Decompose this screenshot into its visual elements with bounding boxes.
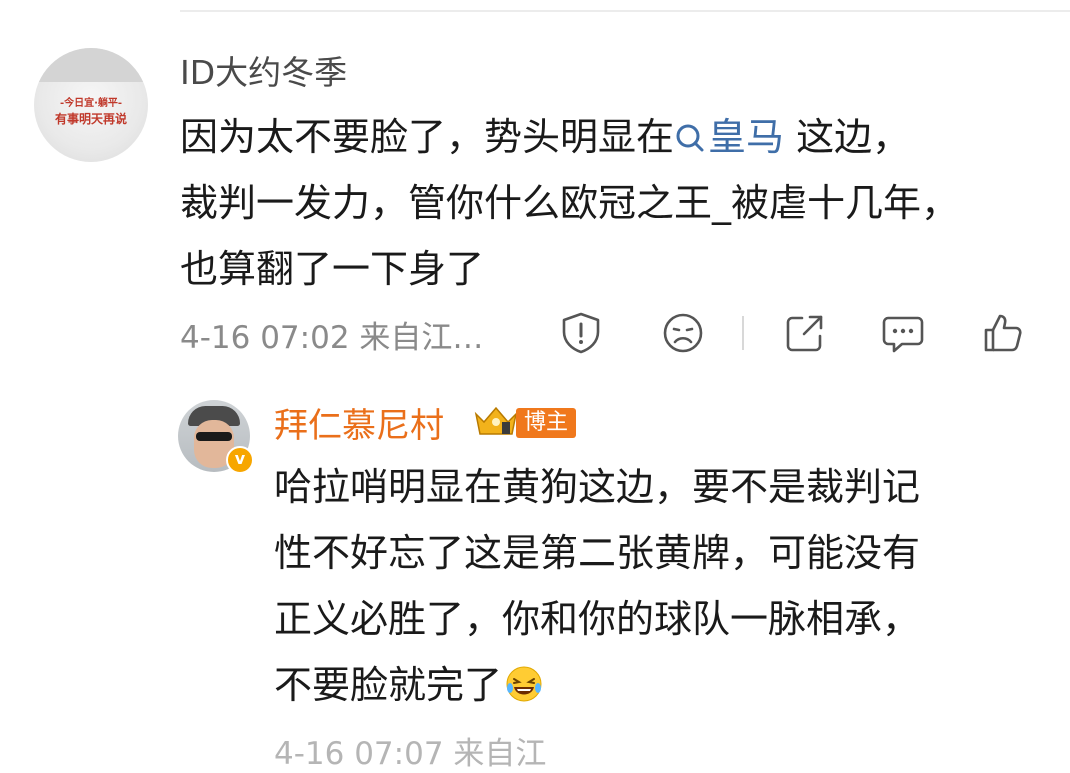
comment-line-2: 裁判一发力，管你什么欧冠之王_被虐十几年， — [180, 181, 960, 225]
comment-source: 来自江… — [359, 320, 484, 356]
comment-username[interactable]: ID大约冬季 — [180, 46, 347, 94]
crown-icon — [472, 404, 520, 438]
report-icon[interactable] — [558, 310, 604, 356]
avatar[interactable]: -今日宜·躺平- 有事明天再说 — [34, 48, 148, 162]
avatar-background — [34, 48, 148, 82]
verified-v-icon: v — [226, 446, 254, 474]
blogger-badge: 博主 — [516, 408, 577, 438]
avatar-text-line2: 有事明天再说 — [54, 112, 127, 126]
like-icon[interactable] — [980, 310, 1026, 356]
top-divider — [180, 10, 1070, 12]
laughing-crying-emoji — [506, 666, 542, 702]
comment-timestamp: 4-16 07:02 — [180, 320, 350, 356]
reply-line-2: 性不好忘了这是第二张黄牌，可能没有 — [274, 531, 921, 575]
reply-username[interactable]: 拜仁慕尼村 — [274, 398, 444, 447]
dislike-face-icon[interactable] — [660, 310, 706, 356]
reply-meta: 4-16 07:07 来自江 — [274, 736, 547, 772]
search-icon — [676, 124, 704, 152]
avatar-text-line1: -今日宜·躺平- — [59, 98, 123, 109]
comment-meta: 4-16 07:02 来自江… — [180, 312, 483, 357]
reply-line-1: 哈拉哨明显在黄狗这边，要不是裁判记 — [274, 465, 921, 509]
comment-line-3: 也算翻了一下身了 — [180, 247, 485, 291]
comment-line-1: 因为太不要脸了，势头明显在 皇马 这边， — [180, 115, 911, 159]
comment-icon[interactable] — [880, 310, 926, 356]
share-icon[interactable] — [782, 310, 828, 356]
reply-line-3: 正义必胜了，你和你的球队一脉相承， — [274, 597, 921, 641]
reply-text: 哈拉哨明显在黄狗这边，要不是裁判记 性不好忘了这是第二张黄牌，可能没有 正义必胜… — [274, 454, 1054, 718]
reply-line-4: 不要脸就完了 — [274, 652, 1054, 718]
comment-text: 因为太不要脸了，势头明显在 皇马 这边， 裁判一发力，管你什么欧冠之王_被虐十几年… — [180, 104, 1050, 302]
avatar-glasses — [196, 432, 232, 441]
topic-link[interactable]: 皇马 — [674, 115, 784, 159]
action-divider — [742, 316, 744, 350]
